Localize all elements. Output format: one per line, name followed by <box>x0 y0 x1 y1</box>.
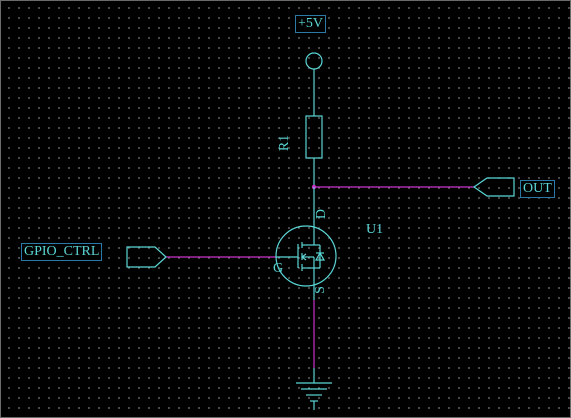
power-net-label: +5V <box>294 15 327 33</box>
input-port-icon[interactable] <box>126 246 167 268</box>
ground-icon[interactable] <box>296 368 332 410</box>
gate-net-label: GPIO_CTRL <box>20 243 103 261</box>
schematic-canvas[interactable]: +5V OUT GPIO_CTRL R1 U1 D G S <box>0 0 571 418</box>
power-circle-icon[interactable] <box>305 52 323 116</box>
output-net-label: OUT <box>520 180 555 198</box>
pin-source-label: S <box>312 286 328 294</box>
resistor-ref-label: R1 <box>277 134 293 152</box>
transistor-ref-label: U1 <box>366 222 384 237</box>
pin-drain-label: D <box>314 208 330 220</box>
resistor-icon[interactable] <box>305 115 323 187</box>
schematic-drawing <box>126 52 515 410</box>
output-port-icon[interactable] <box>472 177 515 197</box>
pin-gate-label: G <box>273 261 284 276</box>
